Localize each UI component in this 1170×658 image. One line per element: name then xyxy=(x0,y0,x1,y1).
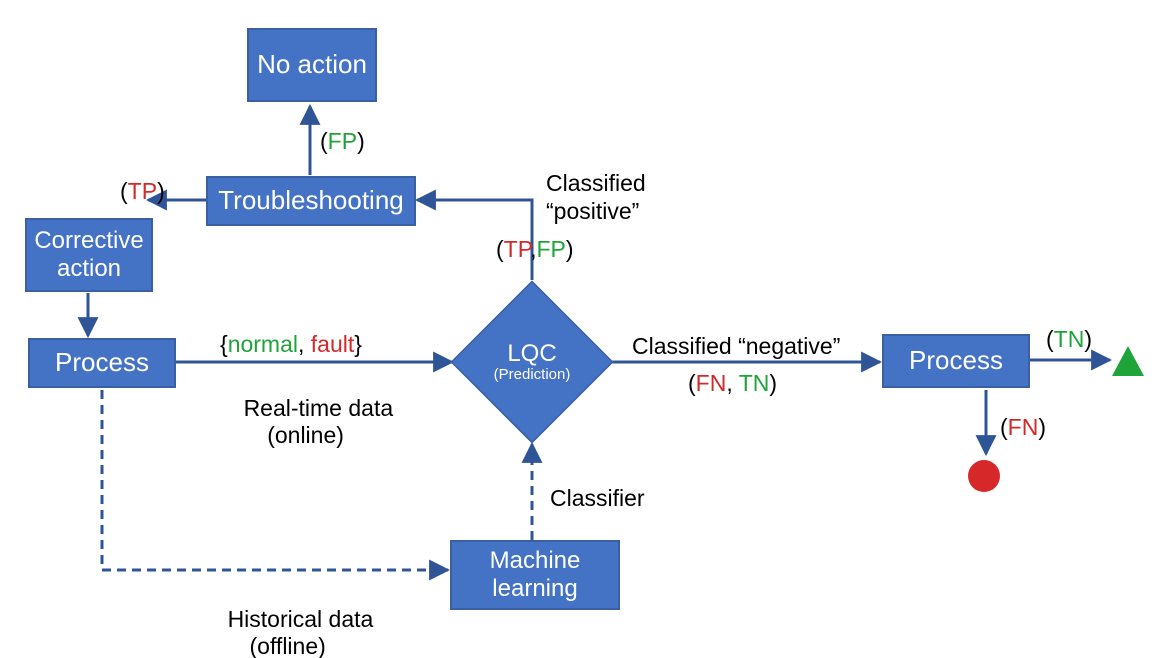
label-historical: Historical data (offline) xyxy=(202,578,373,658)
node-no-action: No action xyxy=(247,28,377,102)
label-tp: (TP) xyxy=(120,178,165,206)
triangle-icon xyxy=(1112,346,1144,376)
node-corrective-action: Corrective action xyxy=(25,218,153,292)
node-process-right-label: Process xyxy=(909,346,1003,376)
label-normal-fault: {normal, fault} xyxy=(220,331,362,359)
label-fp: (FP) xyxy=(320,128,365,156)
lqc-title: LQC xyxy=(494,341,571,367)
node-troubleshooting-label: Troubleshooting xyxy=(218,186,404,216)
node-machine-learning: Machine learning xyxy=(450,540,620,610)
label-classifier: Classifier xyxy=(550,485,645,513)
node-corrective-action-label: Corrective action xyxy=(34,227,143,282)
node-process-left-label: Process xyxy=(55,348,149,378)
label-realtime: Real-time data (online) xyxy=(218,367,393,477)
node-machine-learning-label: Machine learning xyxy=(460,547,610,602)
circle-icon xyxy=(968,460,1000,492)
label-fn: (FN) xyxy=(1000,414,1046,442)
lqc-subtitle: (Prediction) xyxy=(494,367,571,384)
node-lqc-decision: LQC (Prediction) xyxy=(452,282,612,442)
label-fntn: (FN, TN) xyxy=(688,370,777,398)
label-tn: (TN) xyxy=(1046,326,1092,354)
node-process-right: Process xyxy=(882,334,1030,388)
diagram-canvas: No action Troubleshooting Corrective act… xyxy=(0,0,1170,658)
node-troubleshooting: Troubleshooting xyxy=(206,176,416,226)
label-classified-positive: Classified “positive” xyxy=(546,170,646,225)
node-process-left: Process xyxy=(28,338,176,388)
label-classified-negative: Classified “negative” xyxy=(632,333,840,361)
node-no-action-label: No action xyxy=(257,50,367,80)
label-tpfp: (TP,FP) xyxy=(496,236,574,264)
